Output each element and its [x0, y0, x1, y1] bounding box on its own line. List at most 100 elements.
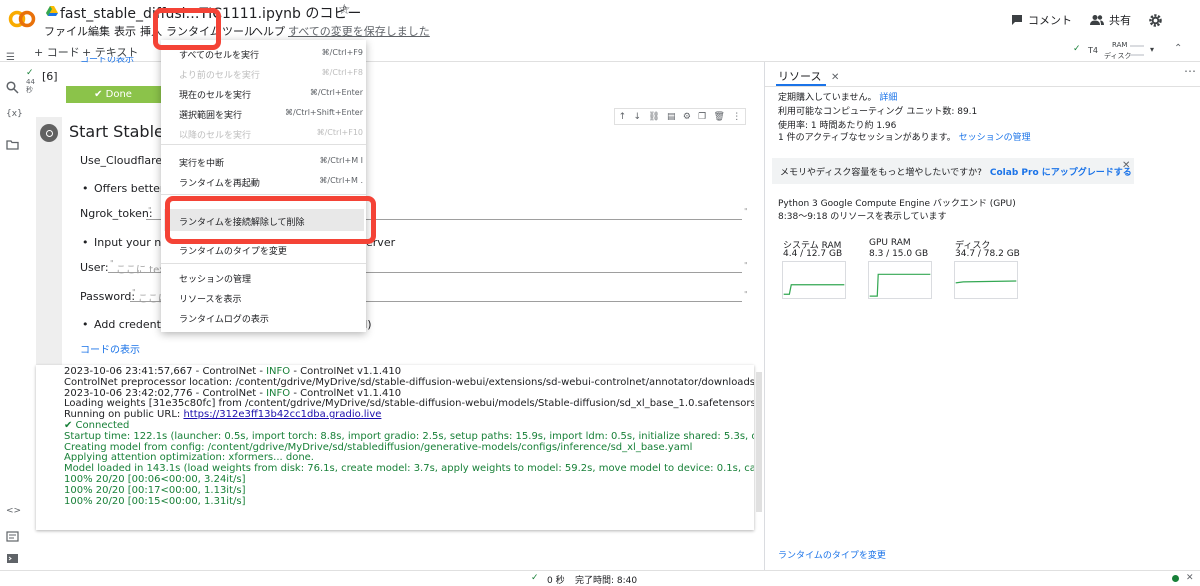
banner-close-icon[interactable]: ✕: [1122, 160, 1130, 171]
drive-icon: [46, 6, 58, 16]
menu-tools[interactable]: ツール: [222, 23, 255, 39]
menu-change-runtime-type[interactable]: ランタイムのタイプを変更: [179, 244, 363, 257]
search-icon[interactable]: [6, 81, 19, 94]
add-code-button[interactable]: + コード: [34, 44, 80, 60]
panel-divider[interactable]: [764, 62, 765, 570]
ram-meter: [1130, 45, 1144, 47]
more-icon[interactable]: ⋮: [732, 112, 741, 122]
menu-separator: [161, 194, 366, 195]
details-link[interactable]: 詳細: [879, 93, 897, 103]
delete-icon[interactable]: 🗑: [714, 112, 725, 122]
share-label: 共有: [1109, 14, 1131, 27]
menu-interrupt[interactable]: 実行を中断 ⌘/Ctrl+M I: [179, 156, 363, 169]
comment-label: コメント: [1028, 14, 1072, 27]
disk-chart: [954, 261, 1018, 299]
gpu-ram-chart: [868, 261, 932, 299]
colab-window: fast_stable_diffusi…TIC1111.ipynb のコピー ☆…: [0, 0, 1200, 586]
resources-tab-label: リソース: [778, 70, 822, 83]
terminal-icon[interactable]: [6, 552, 19, 565]
completed-time: 完了時間: 8:40: [575, 576, 638, 586]
comment-cell-icon[interactable]: ▤: [667, 112, 676, 122]
runtime-badge[interactable]: T4: [1088, 46, 1098, 55]
header-actions: コメント 共有: [1011, 12, 1162, 28]
menu-run-selection[interactable]: 選択範囲を実行 ⌘/Ctrl+Shift+Enter: [179, 108, 363, 121]
password-label: Password:: [80, 290, 136, 303]
field-mark: ": [110, 259, 114, 268]
comment-button[interactable]: コメント: [1011, 12, 1072, 28]
menu-run-after: 以降のセルを実行 ⌘/Ctrl+F10: [179, 128, 363, 141]
output-line: Running on public URL: https://312e3ff13…: [64, 409, 382, 421]
code-snippets-icon[interactable]: <>: [6, 506, 21, 519]
subscription-status: 定期購入していません。 詳細: [778, 93, 898, 103]
exec-count: [6]: [42, 70, 58, 83]
run-cell-button[interactable]: [40, 124, 58, 142]
menu-run-before: より前のセルを実行 ⌘/Ctrl+F8: [179, 68, 363, 81]
disk-label: ディスク: [1104, 52, 1132, 60]
status-check-icon: ✓: [531, 573, 539, 583]
variables-icon[interactable]: {x}: [6, 109, 23, 122]
field-mark: ": [744, 207, 748, 216]
exec-check-icon: ✓: [26, 68, 34, 78]
people-icon: [1090, 15, 1104, 25]
menu-file[interactable]: ファイル: [44, 23, 88, 39]
share-button[interactable]: 共有: [1090, 12, 1131, 28]
gpu-ram-value: 8.3 / 15.0 GB: [869, 249, 929, 259]
comment-icon: [1012, 15, 1022, 25]
collapse-icon[interactable]: ⌃: [1174, 43, 1182, 54]
callout-runtime-menu: [153, 8, 221, 50]
resources-tab[interactable]: リソース ✕: [778, 68, 839, 84]
menu-manage-sessions[interactable]: セッションの管理: [179, 272, 363, 285]
partial-show-code-link[interactable]: コードの表示: [80, 57, 134, 64]
ram-chart: [782, 261, 846, 299]
runtime-dropdown-icon[interactable]: ▾: [1150, 45, 1154, 54]
upgrade-link[interactable]: Colab Pro にアップグレードする: [990, 165, 1132, 178]
cell-output: 2023-10-06 23:41:57,667 - ControlNet - I…: [64, 367, 754, 517]
saved-status-link[interactable]: すべての変更を保存しました: [288, 23, 430, 39]
command-palette-icon[interactable]: [6, 530, 19, 543]
close-icon[interactable]: ✕: [831, 72, 839, 83]
callout-disconnect-item: [165, 196, 376, 244]
manage-sessions-link[interactable]: セッションの管理: [959, 133, 1031, 143]
disk-meter: [1130, 54, 1144, 56]
close-status-icon[interactable]: ✕: [1186, 573, 1194, 583]
menu-run-current[interactable]: 現在のセルを実行 ⌘/Ctrl+Enter: [179, 88, 363, 101]
output-scrollbar[interactable]: [756, 372, 762, 512]
colab-logo-icon[interactable]: [8, 6, 36, 32]
ram-value: 4.4 / 12.7 GB: [783, 249, 843, 259]
menu-help[interactable]: ヘルプ: [252, 23, 285, 39]
link-icon[interactable]: ⛓: [648, 112, 659, 122]
backend-info: Python 3 Google Compute Engine バックエンド (G…: [778, 199, 1016, 209]
field-mark: ": [744, 261, 748, 270]
show-code-link[interactable]: コードの表示: [80, 341, 140, 356]
move-down-icon[interactable]: ↓: [633, 112, 641, 122]
public-url-link[interactable]: https://312e3ff13b42cc1dba.gradio.live: [183, 409, 381, 420]
folder-icon[interactable]: [6, 138, 19, 151]
active-sessions: 1 件のアクティブなセッションがあります。 セッションの管理: [778, 133, 1031, 143]
field-mark: ": [132, 288, 136, 297]
panel-more-icon[interactable]: ⋯: [1184, 64, 1196, 78]
move-up-icon[interactable]: ↑: [619, 112, 627, 122]
compute-units: 利用可能なコンピューティング ユニット数: 89.1: [778, 107, 978, 117]
ngrok-label: Ngrok_token:: [80, 207, 153, 220]
user-label: User:: [80, 261, 109, 274]
upgrade-text: メモリやディスク容量をもっと増やしたいですか?: [780, 167, 982, 178]
menu-edit[interactable]: 編集: [88, 23, 110, 39]
field-mark: ": [744, 290, 748, 299]
change-runtime-type-link[interactable]: ランタイムのタイプを変更: [778, 548, 886, 561]
status-bar: ✓ 0 秒 完了時間: 8:40 ✕: [0, 570, 1200, 586]
disk-value: 34.7 / 78.2 GB: [955, 249, 1020, 259]
settings-icon[interactable]: ⚙: [683, 112, 691, 122]
menu-restart-runtime[interactable]: ランタイムを再起動 ⌘/Ctrl+M .: [179, 176, 363, 189]
menu-view[interactable]: 表示: [114, 23, 136, 39]
ram-label: RAM: [1112, 41, 1128, 49]
panel-separator: [765, 86, 1200, 87]
menu-view-resources[interactable]: リソースを表示: [179, 292, 363, 305]
form-cell-gutter: [36, 117, 62, 365]
output-line: 100% 20/20 [00:15<00:00, 1.31it/s]: [64, 495, 246, 507]
star-icon[interactable]: ☆: [338, 2, 351, 18]
toc-icon[interactable]: ☰: [6, 52, 19, 65]
output-line: Startup time: 122.1s (launcher: 0.5s, im…: [64, 430, 754, 442]
gear-icon[interactable]: [1149, 13, 1162, 27]
menu-view-runtime-logs[interactable]: ランタイムログの表示: [179, 312, 363, 325]
mirror-icon[interactable]: ❐: [698, 112, 706, 122]
